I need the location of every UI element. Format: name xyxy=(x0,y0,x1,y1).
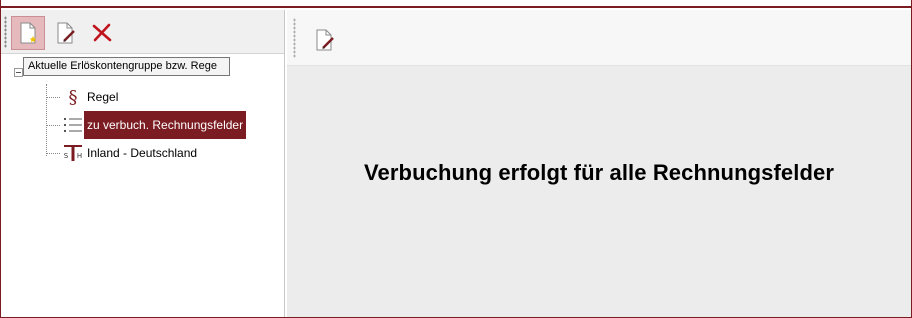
left-toolbar xyxy=(1,10,284,54)
right-toolbar xyxy=(287,10,911,66)
new-button[interactable] xyxy=(11,16,45,50)
tax-key-icon: S H xyxy=(62,142,84,164)
edit-document-icon xyxy=(316,29,334,51)
tree-item-regel[interactable]: § Regel xyxy=(46,83,121,111)
right-pane: Verbuchung erfolgt für alle Rechnungsfel… xyxy=(287,10,911,317)
toolbar-grip[interactable] xyxy=(293,18,296,58)
delete-button[interactable] xyxy=(85,16,119,50)
left-pane: § Regel zu verbuch. Rechnungsfelder S H … xyxy=(1,10,284,317)
tree-item-rechnungsfelder[interactable]: zu verbuch. Rechnungsfelder xyxy=(46,111,247,139)
new-document-icon xyxy=(20,22,37,44)
delete-icon xyxy=(92,23,112,42)
svg-text:H: H xyxy=(77,152,82,160)
tree-collapse-toggle[interactable] xyxy=(14,68,23,77)
svg-text:§: § xyxy=(69,87,78,107)
edit-rule-button[interactable] xyxy=(311,26,339,54)
edit-document-icon xyxy=(57,22,75,44)
tree-item-inland[interactable]: S H Inland - Deutschland xyxy=(46,139,200,167)
list-icon xyxy=(62,114,84,136)
info-message: Verbuchung erfolgt für alle Rechnungsfel… xyxy=(363,160,835,185)
edit-button[interactable] xyxy=(49,16,83,50)
svg-text:S: S xyxy=(64,152,69,160)
paragraph-icon: § xyxy=(62,86,84,108)
tree-item-label: zu verbuch. Rechnungsfelder xyxy=(84,111,247,139)
tooltip: Aktuelle Erlöskontengruppe bzw. Rege xyxy=(23,57,230,76)
tree-item-label: Regel xyxy=(87,90,119,104)
toolbar-grip[interactable] xyxy=(4,16,7,48)
tree-item-label: Inland - Deutschland xyxy=(87,146,198,160)
